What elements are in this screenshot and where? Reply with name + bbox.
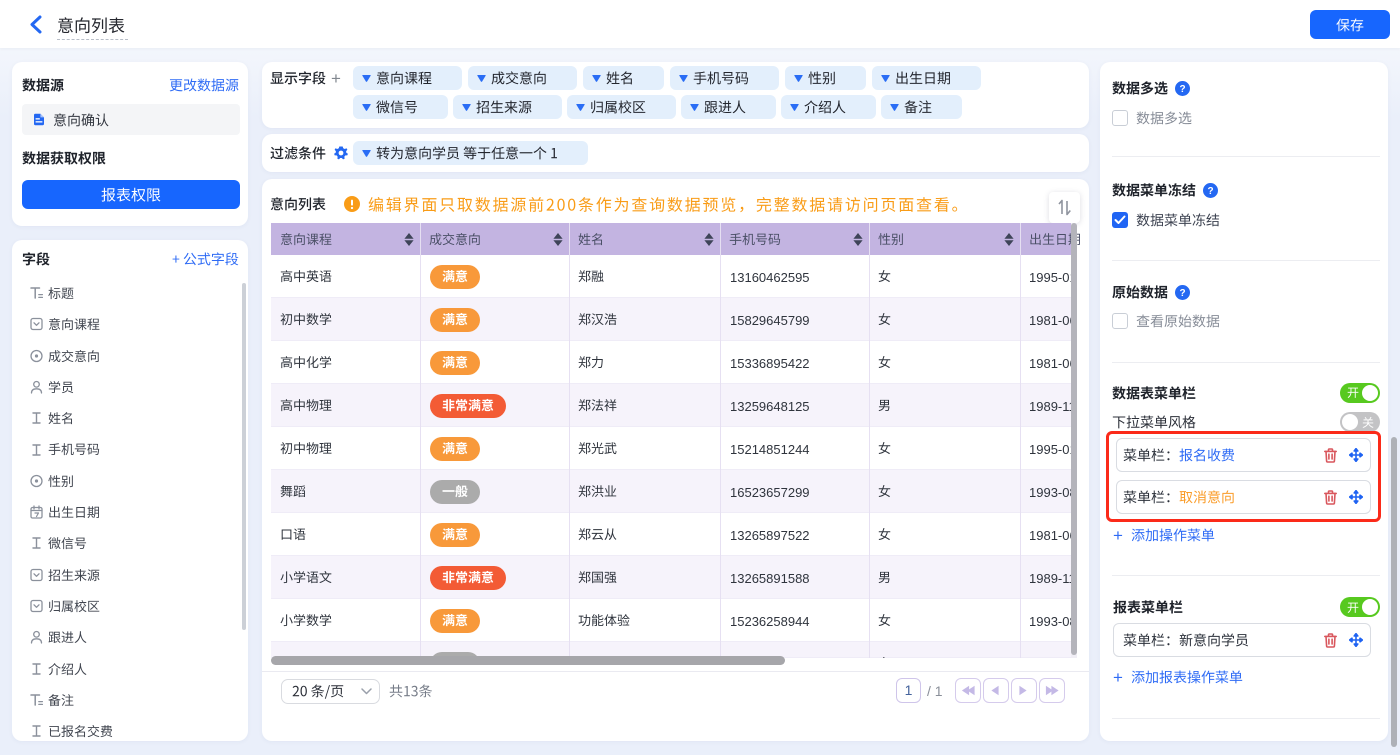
svg-text:?: ?	[1179, 84, 1185, 95]
svg-text:?: ?	[1207, 186, 1213, 197]
svg-text:?: ?	[1179, 288, 1185, 299]
